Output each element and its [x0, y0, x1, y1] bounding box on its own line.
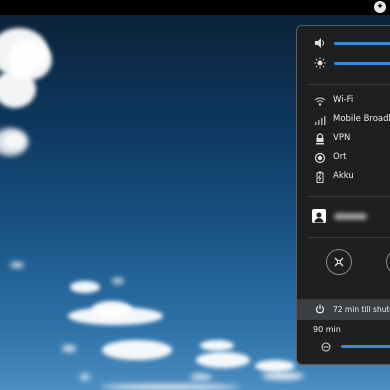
wifi-icon — [314, 97, 326, 106]
volume-row[interactable] — [297, 34, 390, 52]
timeout-label: 90 min — [313, 325, 341, 334]
brightness-slider[interactable] — [334, 62, 390, 65]
location-icon — [314, 152, 326, 164]
brightness-row[interactable] — [297, 54, 390, 72]
menu-item-battery[interactable]: Akku — [297, 168, 390, 186]
settings-tools-icon — [334, 257, 344, 267]
brightness-icon — [314, 57, 326, 69]
menu-item-wifi[interactable]: Wi-Fi — [297, 92, 390, 110]
menu-item-mobile-broadband[interactable]: Mobile Broadband — [297, 111, 390, 129]
lock-button[interactable] — [386, 249, 390, 275]
menu-item-label: Wi-Fi — [333, 95, 354, 105]
menu-item-label: Akku — [333, 171, 354, 181]
settings-button[interactable] — [326, 249, 352, 275]
menu-item-label: Mobile Broadband — [333, 114, 390, 124]
top-bar: ✦ — [0, 0, 390, 15]
menu-item-label: VPN — [333, 133, 351, 143]
speaker-icon — [315, 38, 324, 48]
battery-status-text: 72 min till shutdown — [333, 305, 390, 314]
timeout-slider[interactable] — [341, 345, 390, 348]
divider — [307, 237, 390, 238]
power-icon — [315, 304, 325, 314]
accessibility-icon[interactable]: ✦ — [374, 1, 386, 13]
system-menu: Wi-Fi Mobile Broadband VPN Ort A — [296, 25, 390, 365]
divider — [307, 84, 390, 85]
volume-slider[interactable] — [334, 42, 390, 45]
menu-item-label: Ort — [333, 152, 347, 162]
user-avatar-icon[interactable] — [312, 209, 326, 223]
mobile-signal-icon — [315, 116, 326, 125]
timer-icon — [321, 342, 331, 352]
battery-status-bar[interactable]: 72 min till shutdown — [297, 299, 390, 320]
menu-item-location[interactable]: Ort — [297, 149, 390, 167]
divider — [307, 196, 390, 197]
vpn-lock-icon — [316, 133, 324, 145]
battery-icon — [316, 171, 324, 183]
user-name[interactable] — [334, 213, 367, 220]
menu-item-vpn[interactable]: VPN — [297, 130, 390, 148]
